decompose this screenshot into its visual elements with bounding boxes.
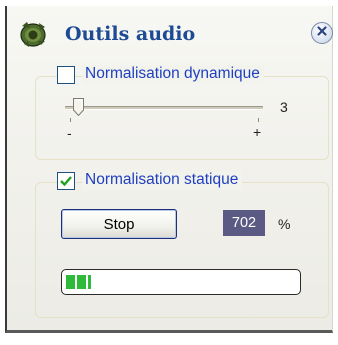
progress-fill xyxy=(66,275,91,289)
slider-tick-max xyxy=(258,118,259,122)
dynamic-normalization-label: Normalisation dynamique xyxy=(82,65,264,83)
title-bar: Outils audio xyxy=(15,14,333,54)
audio-tools-panel: Outils audio Normalisation dynamique 3 -… xyxy=(5,6,333,333)
stop-button[interactable]: Stop xyxy=(61,209,177,239)
close-button[interactable] xyxy=(311,22,333,44)
slider-min-label: - xyxy=(67,125,72,141)
checkmark-icon xyxy=(59,174,73,193)
slider-tick-min xyxy=(70,118,71,122)
slider-max-label: + xyxy=(253,124,262,140)
percent-unit: % xyxy=(278,216,291,232)
slider-thumb[interactable] xyxy=(73,98,84,117)
slider-value: 3 xyxy=(280,99,288,115)
window-title: Outils audio xyxy=(65,23,196,45)
static-normalization-label: Normalisation statique xyxy=(82,171,243,189)
normalization-value: 702 xyxy=(223,210,265,236)
audio-tools-icon xyxy=(19,20,47,48)
dynamic-normalization-checkbox[interactable] xyxy=(57,66,75,84)
static-normalization-checkbox[interactable] xyxy=(57,172,75,190)
normalization-slider-track[interactable] xyxy=(65,106,263,110)
close-icon xyxy=(316,24,328,42)
dynamic-normalization-group xyxy=(35,76,329,160)
static-normalization-group xyxy=(35,182,329,318)
progress-bar xyxy=(61,269,301,295)
